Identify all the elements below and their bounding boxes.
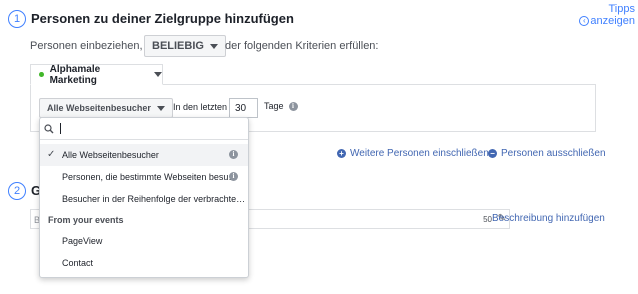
dropdown-search-input[interactable]	[63, 123, 213, 134]
days-value: 30	[235, 102, 247, 114]
source-tab[interactable]: Alphamale Marketing	[30, 63, 163, 86]
dropdown-event-label: Contact	[62, 258, 94, 268]
dropdown-search[interactable]	[40, 118, 248, 140]
include-more-label: Weitere Personen einschließen	[350, 148, 489, 159]
days-label: Tage i	[264, 101, 298, 111]
info-icon[interactable]: i	[229, 150, 238, 159]
dropdown-section-header: From your events	[48, 215, 124, 225]
info-icon[interactable]: i	[288, 101, 298, 111]
dropdown-item-label: Besucher in der Reihenfolge der verbrach…	[62, 194, 246, 204]
step-2-indicator: 2	[8, 182, 26, 200]
exclude-label: Personen ausschließen	[501, 148, 606, 159]
add-description-link[interactable]: Beschreibung hinzufügen	[492, 213, 605, 224]
caret-down-icon	[154, 72, 162, 77]
plus-circle-icon: +	[337, 149, 346, 158]
visitor-type-value: Alle Webseitenbesucher	[47, 103, 151, 113]
dropdown-event-label: PageView	[62, 236, 103, 246]
tips-toggle[interactable]: Tipps ‹ anzeigen	[579, 3, 635, 27]
step-1-title: Personen zu deiner Zielgruppe hinzufügen	[31, 11, 294, 26]
dropdown-item-time-spent[interactable]: Besucher in der Reihenfolge der verbrach…	[40, 188, 248, 210]
dropdown-item-label: Personen, die bestimmte Webseiten besu…	[62, 172, 238, 182]
include-prefix: Personen einbeziehen, die	[30, 40, 161, 52]
dropdown-event-pageview[interactable]: PageView	[40, 230, 248, 252]
match-mode-select[interactable]: BELIEBIG	[144, 35, 226, 57]
step-1-indicator: 1	[8, 10, 26, 28]
tips-label: Tipps	[608, 3, 636, 15]
include-more-link[interactable]: + Weitere Personen einschließen	[337, 148, 489, 159]
match-mode-value: BELIEBIG	[152, 40, 204, 52]
chevron-left-icon: ‹	[579, 16, 590, 26]
dropdown-item-label: Alle Webseitenbesucher	[62, 150, 159, 160]
char-count: 50	[483, 215, 492, 224]
search-icon	[44, 123, 54, 133]
add-description-label: Beschreibung hinzufügen	[492, 213, 605, 224]
caret-down-icon	[209, 43, 218, 49]
caret-down-icon	[156, 105, 165, 111]
minus-circle-icon: −	[488, 149, 497, 158]
exclude-link[interactable]: − Personen ausschließen	[488, 148, 606, 159]
tips-show-label: anzeigen	[590, 15, 635, 27]
status-dot-icon	[39, 72, 44, 77]
days-label-text: Tage	[264, 101, 284, 111]
info-icon[interactable]: i	[229, 172, 238, 181]
check-icon: ✓	[47, 149, 56, 160]
source-tab-label: Alphamale Marketing	[49, 63, 101, 86]
in-last-label: In den letzten	[173, 102, 228, 112]
dropdown-event-contact[interactable]: Contact	[40, 252, 248, 274]
visitor-type-select[interactable]: Alle Webseitenbesucher	[39, 98, 173, 118]
text-cursor	[60, 123, 61, 134]
days-input[interactable]: 30	[229, 98, 258, 118]
include-suffix: der folgenden Kriterien erfüllen:	[225, 40, 379, 52]
dropdown-item-specific-pages[interactable]: Personen, die bestimmte Webseiten besu… …	[40, 166, 248, 188]
dropdown-item-all-visitors[interactable]: ✓ Alle Webseitenbesucher i	[40, 144, 248, 166]
visitor-type-dropdown: ✓ Alle Webseitenbesucher i Personen, die…	[39, 117, 249, 278]
